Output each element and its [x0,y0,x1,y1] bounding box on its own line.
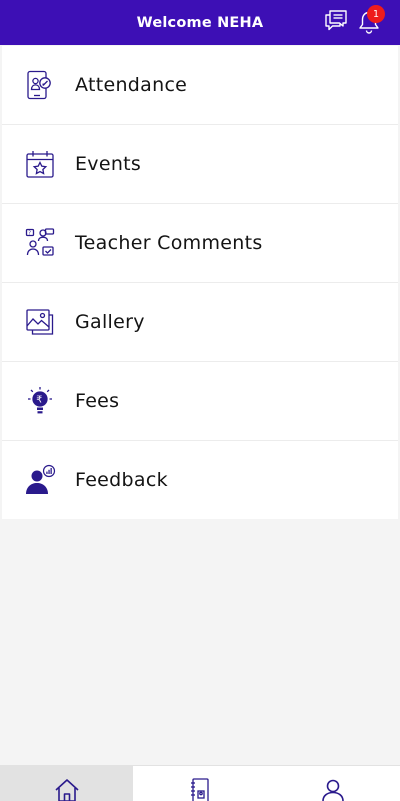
gallery-image-icon [26,309,54,335]
nav-home[interactable] [0,766,134,801]
menu-item-events[interactable]: Events [2,125,398,204]
calendar-star-icon [26,151,54,178]
svg-text:₹: ₹ [36,395,42,406]
attendance-tablet-icon [27,70,51,100]
notification-badge: 1 [367,5,385,23]
menu-item-gallery[interactable]: Gallery [2,283,398,362]
nav-profile[interactable] [267,766,400,801]
menu-item-teacher-comments[interactable]: ? Teacher Comments [2,204,398,283]
menu-item-attendance[interactable]: Attendance [2,46,398,125]
bottom-nav [0,765,400,801]
menu-label-attendance: Attendance [75,74,188,96]
svg-text:?: ? [28,231,31,237]
rupee-bulb-icon: ₹ [28,387,52,414]
menu-label-fees: Fees [75,390,120,412]
menu-label-teacher-comments: Teacher Comments [75,232,263,254]
menu-item-feedback[interactable]: Feedback [2,441,398,519]
profile-icon [322,779,345,801]
chat-bubbles-icon[interactable] [323,9,349,33]
welcome-title: Welcome NEHA [136,14,264,31]
menu-label-events: Events [75,153,142,175]
app-header: Welcome NEHA 1 [0,0,400,45]
teacher-comments-icon: ? [25,228,55,256]
menu-label-feedback: Feedback [75,469,168,491]
feedback-person-icon [26,464,56,494]
menu-item-fees[interactable]: ₹ Fees [2,362,398,441]
menu-list: Attendance Events ? Teacher Comments Gal… [2,46,398,519]
home-icon [55,779,79,801]
nav-contact-book[interactable] [133,766,266,801]
menu-label-gallery: Gallery [75,311,145,333]
contact-book-icon [190,778,209,801]
